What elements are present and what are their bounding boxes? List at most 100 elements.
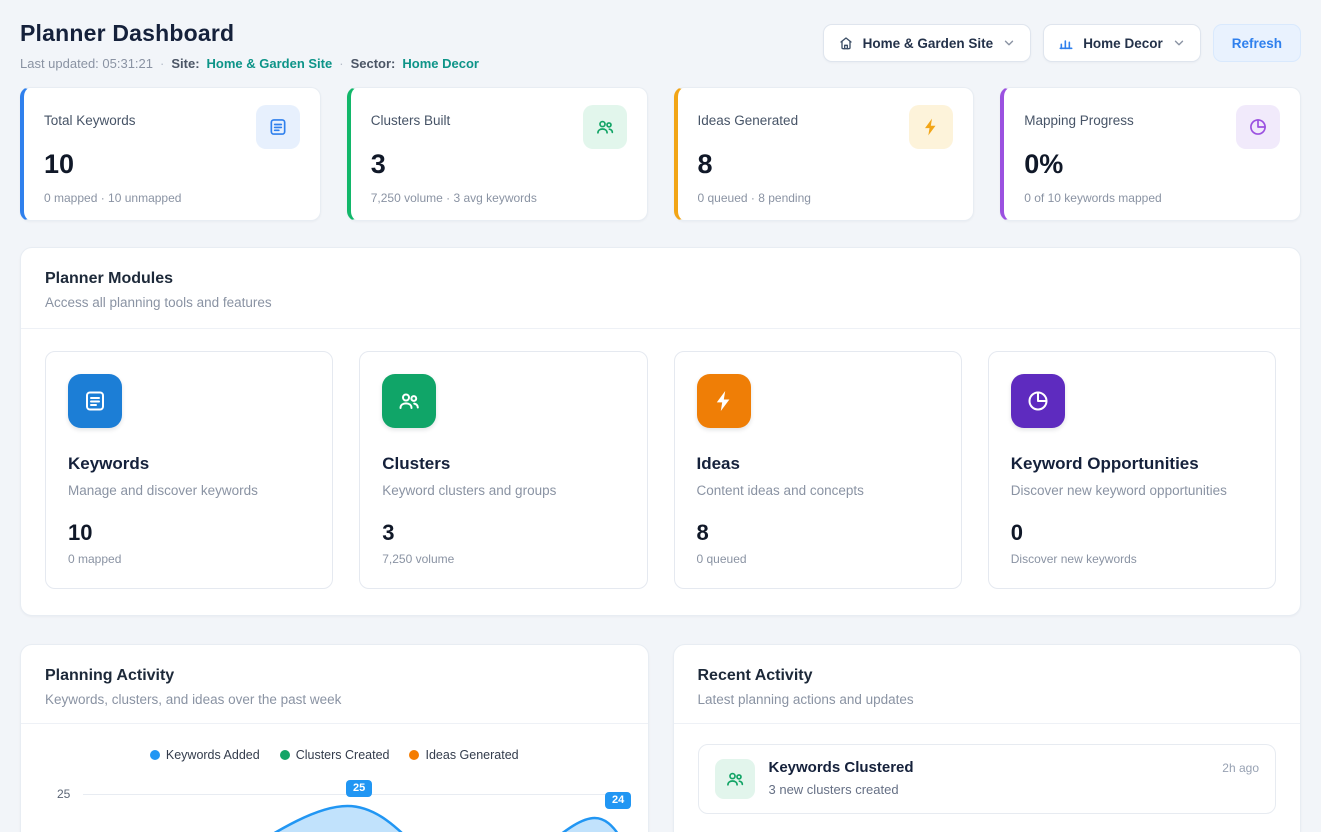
sector-selector-dropdown[interactable]: Home Decor xyxy=(1043,24,1201,62)
stat-card-ideas-generated: Ideas Generated 8 0 queued · 8 pending xyxy=(674,87,975,221)
site-icon xyxy=(838,35,854,51)
header-controls: Home & Garden Site Home Decor Refresh xyxy=(823,24,1301,62)
site-selector-dropdown[interactable]: Home & Garden Site xyxy=(823,24,1032,62)
module-value: 3 xyxy=(382,520,624,546)
sector-link[interactable]: Home Decor xyxy=(402,56,479,71)
meta-separator: · xyxy=(160,56,164,71)
stat-value: 0% xyxy=(1024,149,1280,180)
legend-dot-green xyxy=(280,750,290,760)
sector-selector-label: Home Decor xyxy=(1083,36,1163,51)
module-value: 8 xyxy=(697,520,939,546)
divider xyxy=(21,328,1300,329)
users-icon xyxy=(382,374,436,428)
stat-value: 10 xyxy=(44,149,300,180)
legend-label: Ideas Generated xyxy=(425,748,518,762)
chevron-down-icon xyxy=(1172,36,1186,50)
point-label-badge: 25 xyxy=(346,780,372,797)
planning-activity-subtitle: Keywords, clusters, and ideas over the p… xyxy=(45,692,624,707)
module-card-keyword-opportunities[interactable]: Keyword Opportunities Discover new keywo… xyxy=(988,351,1276,589)
module-sub: 0 mapped xyxy=(68,552,310,566)
site-link[interactable]: Home & Garden Site xyxy=(207,56,333,71)
pie-icon xyxy=(1011,374,1065,428)
module-card-clusters[interactable]: Clusters Keyword clusters and groups 3 7… xyxy=(359,351,647,589)
module-sub: 0 queued xyxy=(697,552,939,566)
planner-dashboard-page: Planner Dashboard Last updated: 05:31:21… xyxy=(0,0,1321,832)
bar-chart-icon xyxy=(1058,35,1074,51)
planner-modules-section: Planner Modules Access all planning tool… xyxy=(20,247,1301,616)
legend-dot-orange xyxy=(409,750,419,760)
module-value: 0 xyxy=(1011,520,1253,546)
module-sub: Discover new keywords xyxy=(1011,552,1253,566)
module-sub: 7,250 volume xyxy=(382,552,624,566)
divider xyxy=(21,723,648,724)
module-card-keywords[interactable]: Keywords Manage and discover keywords 10… xyxy=(45,351,333,589)
module-description: Keyword clusters and groups xyxy=(382,483,624,498)
legend-item-keywords-added: Keywords Added xyxy=(150,748,260,762)
legend-label: Clusters Created xyxy=(296,748,390,762)
stat-card-total-keywords: Total Keywords 10 0 mapped · 10 unmapped xyxy=(20,87,321,221)
stat-card-mapping-progress: Mapping Progress 0% 0 of 10 keywords map… xyxy=(1000,87,1301,221)
site-label: Site: xyxy=(171,56,199,71)
legend-item-clusters-created: Clusters Created xyxy=(280,748,390,762)
chart-legend: Keywords Added Clusters Created Ideas Ge… xyxy=(45,748,624,762)
stat-value: 3 xyxy=(371,149,627,180)
activity-item-text: Keywords Clustered 3 new clusters create… xyxy=(769,759,914,797)
activity-item-description: 3 new clusters created xyxy=(769,782,914,797)
stat-sub: 7,250 volume · 3 avg keywords xyxy=(371,191,627,205)
site-selector-label: Home & Garden Site xyxy=(863,36,994,51)
document-icon xyxy=(68,374,122,428)
activity-item-keywords-clustered: Keywords Clustered 3 new clusters create… xyxy=(698,744,1277,814)
stat-sub: 0 queued · 8 pending xyxy=(698,191,954,205)
module-card-ideas[interactable]: Ideas Content ideas and concepts 8 0 que… xyxy=(674,351,962,589)
recent-activity-card: Recent Activity Latest planning actions … xyxy=(673,644,1302,832)
refresh-button[interactable]: Refresh xyxy=(1213,24,1301,62)
stats-row: Total Keywords 10 0 mapped · 10 unmapped… xyxy=(20,87,1301,221)
stat-sub: 0 of 10 keywords mapped xyxy=(1024,191,1280,205)
users-icon xyxy=(715,759,755,799)
pie-icon xyxy=(1236,105,1280,149)
chevron-down-icon xyxy=(1002,36,1016,50)
module-description: Discover new keyword opportunities xyxy=(1011,483,1253,498)
divider xyxy=(674,723,1301,724)
modules-section-title: Planner Modules xyxy=(45,270,1276,288)
legend-item-ideas-generated: Ideas Generated xyxy=(409,748,518,762)
recent-activity-subtitle: Latest planning actions and updates xyxy=(698,692,1277,707)
modules-row: Keywords Manage and discover keywords 10… xyxy=(45,351,1276,589)
modules-section-subtitle: Access all planning tools and features xyxy=(45,295,1276,310)
sector-label: Sector: xyxy=(351,56,396,71)
module-description: Manage and discover keywords xyxy=(68,483,310,498)
recent-activity-title: Recent Activity xyxy=(698,667,1277,685)
module-title: Keyword Opportunities xyxy=(1011,454,1253,474)
stat-card-clusters-built: Clusters Built 3 7,250 volume · 3 avg ke… xyxy=(347,87,648,221)
legend-label: Keywords Added xyxy=(166,748,260,762)
header-meta: Last updated: 05:31:21 · Site: Home & Ga… xyxy=(20,56,479,71)
point-label-badge: 24 xyxy=(605,792,631,809)
stat-label: Total Keywords xyxy=(44,113,136,128)
y-axis-tick: 25 xyxy=(57,787,70,801)
meta-separator-2: · xyxy=(339,56,343,71)
last-updated-text: Last updated: 05:31:21 xyxy=(20,56,153,71)
header-left: Planner Dashboard Last updated: 05:31:21… xyxy=(20,20,479,71)
module-description: Content ideas and concepts xyxy=(697,483,939,498)
module-value: 10 xyxy=(68,520,310,546)
stat-sub: 0 mapped · 10 unmapped xyxy=(44,191,300,205)
planning-activity-chart: 25 25 24 xyxy=(45,770,624,832)
document-icon xyxy=(256,105,300,149)
users-icon xyxy=(583,105,627,149)
module-title: Clusters xyxy=(382,454,624,474)
page-title: Planner Dashboard xyxy=(20,20,479,47)
activity-item-time: 2h ago xyxy=(1222,759,1259,775)
module-title: Keywords xyxy=(68,454,310,474)
bolt-icon xyxy=(697,374,751,428)
stat-label: Mapping Progress xyxy=(1024,113,1134,128)
bottom-row: Planning Activity Keywords, clusters, an… xyxy=(20,644,1301,832)
bolt-icon xyxy=(909,105,953,149)
activity-item-title: Keywords Clustered xyxy=(769,759,914,776)
planning-activity-title: Planning Activity xyxy=(45,667,624,685)
legend-dot-blue xyxy=(150,750,160,760)
page-header: Planner Dashboard Last updated: 05:31:21… xyxy=(20,20,1301,71)
planning-activity-card: Planning Activity Keywords, clusters, an… xyxy=(20,644,649,832)
stat-value: 8 xyxy=(698,149,954,180)
module-title: Ideas xyxy=(697,454,939,474)
stat-label: Clusters Built xyxy=(371,113,451,128)
